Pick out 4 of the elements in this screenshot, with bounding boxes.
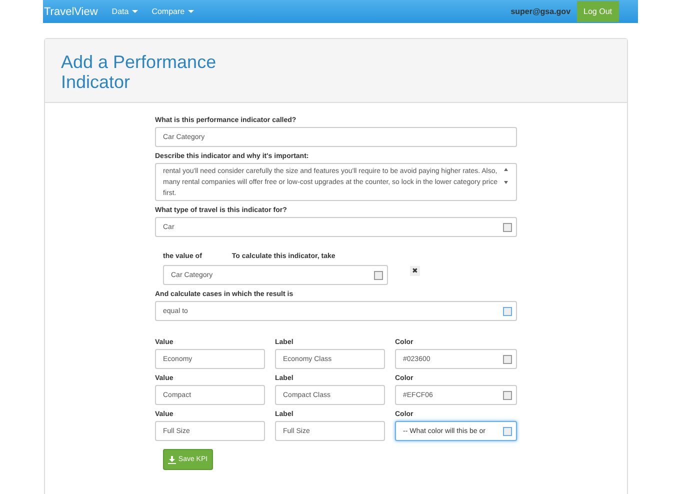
download-icon bbox=[168, 456, 176, 464]
user-email: super@gsa.gov bbox=[510, 7, 571, 16]
description-textarea[interactable] bbox=[155, 163, 517, 201]
page-title: Add a Performance Indicator bbox=[61, 52, 218, 92]
